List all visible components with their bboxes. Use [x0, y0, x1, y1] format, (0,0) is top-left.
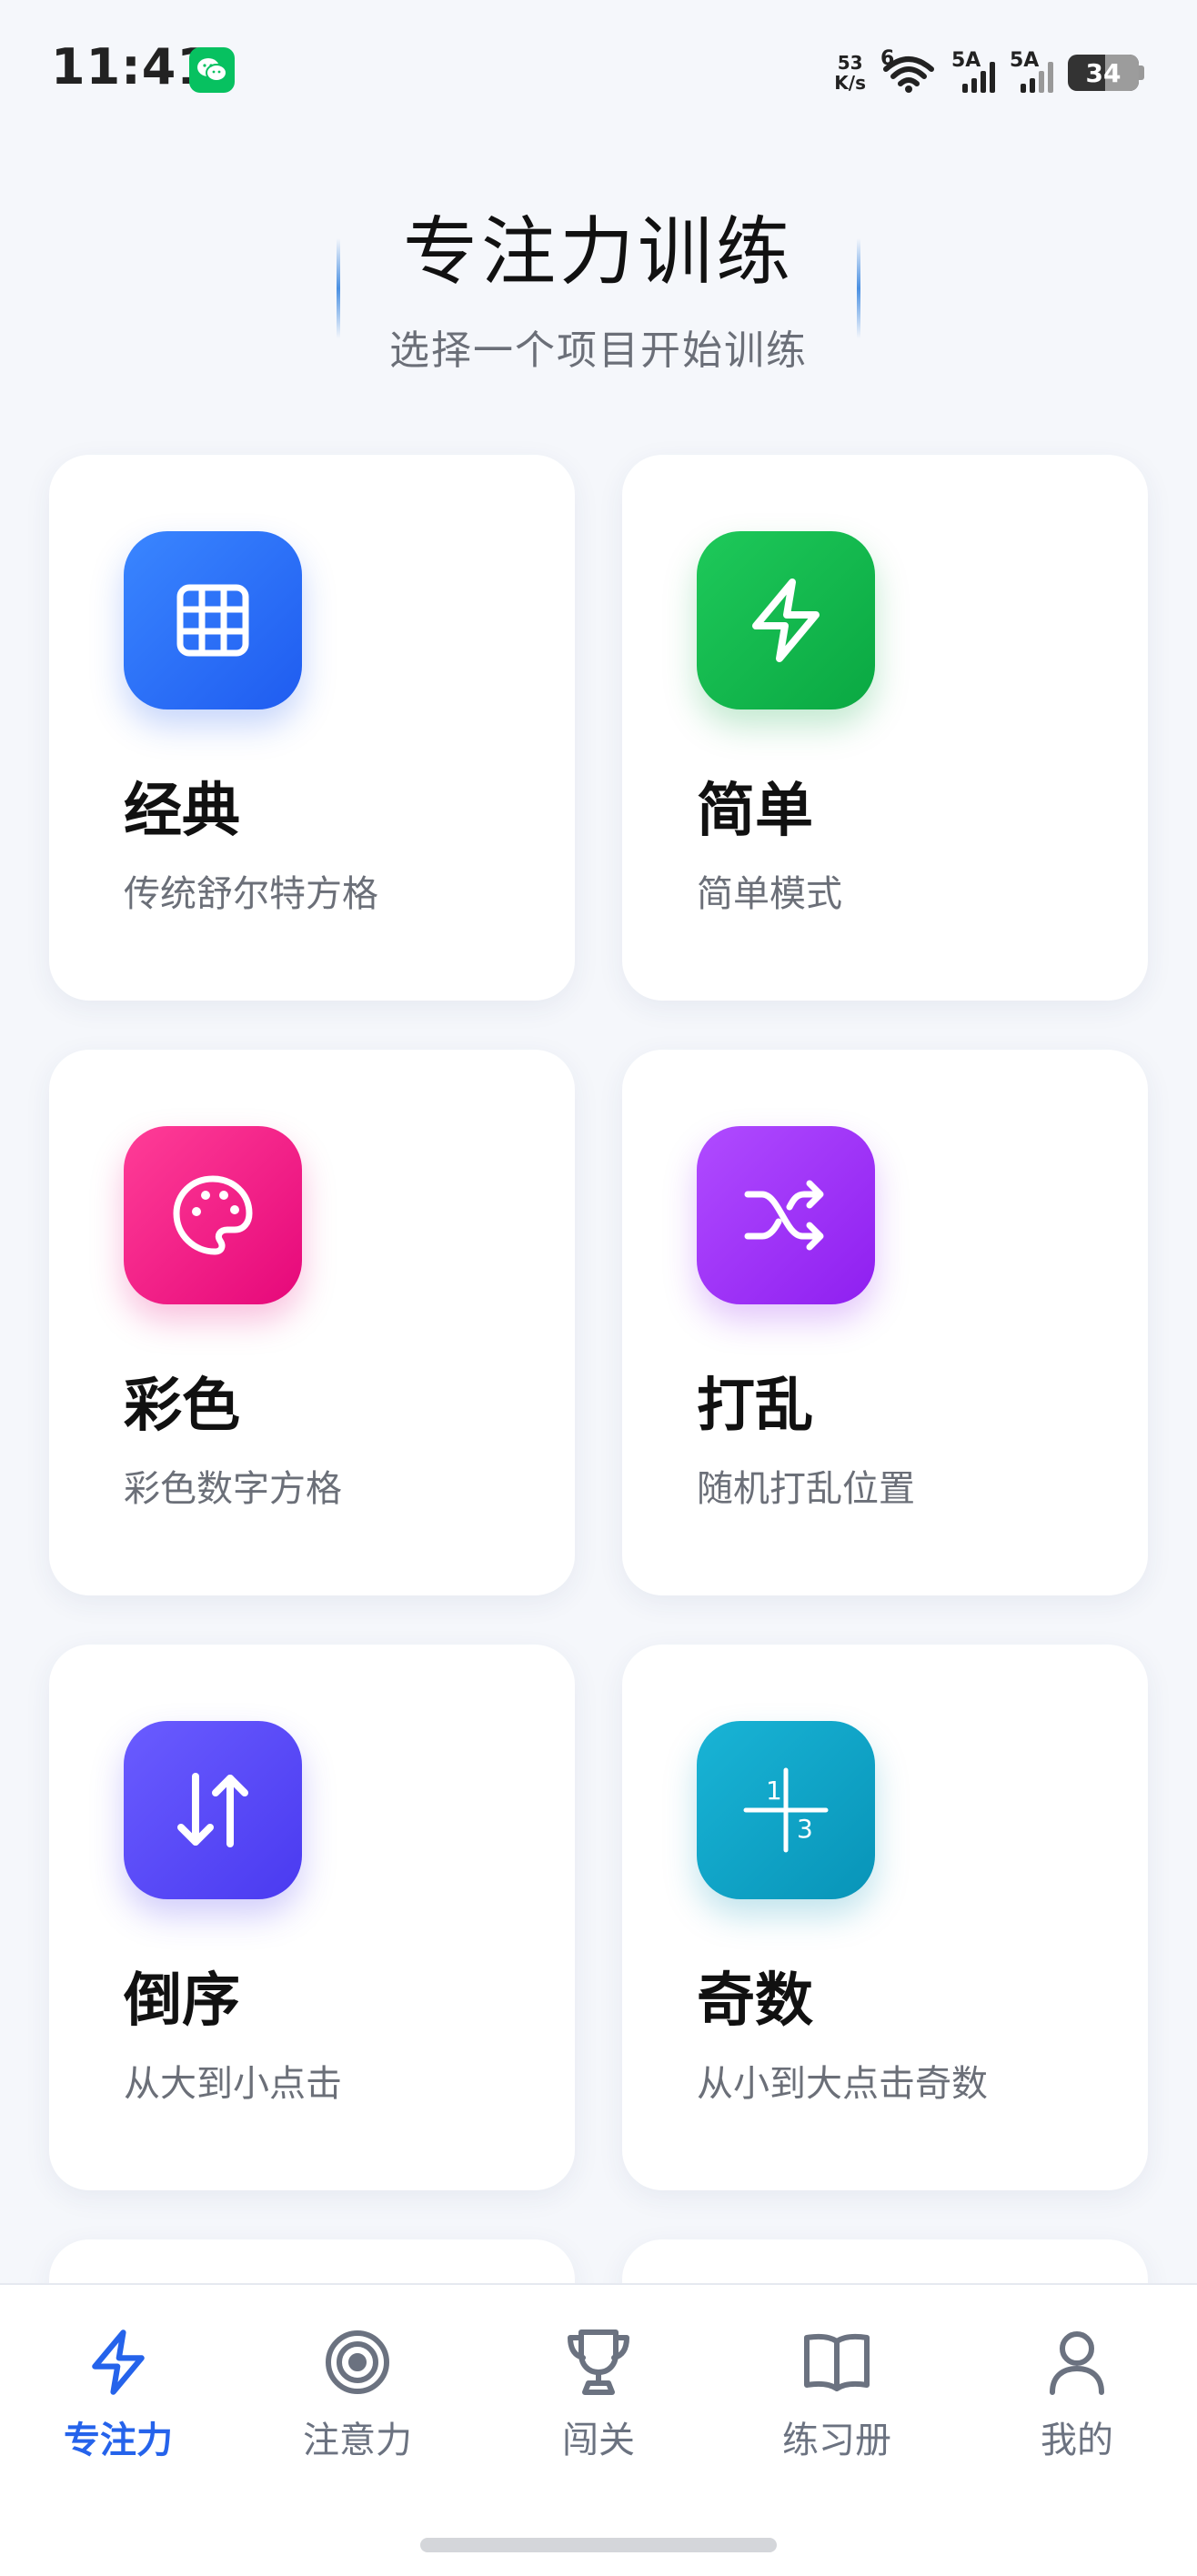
user-icon: [986, 2321, 1168, 2403]
wechat-notification-icon: [189, 47, 235, 93]
network-speed: 53 K/s: [834, 52, 866, 94]
card-title: 简单: [697, 778, 813, 845]
battery-icon: 34: [1068, 55, 1144, 91]
mode-card-simple[interactable]: 简单 简单模式: [622, 455, 1148, 1001]
lightning-icon: [697, 531, 875, 709]
mode-card-odd[interactable]: 1 3 奇数 从小到大点击奇数: [622, 1645, 1148, 2190]
mode-card-color[interactable]: 彩色 彩色数字方格: [49, 1050, 575, 1595]
status-time: 11:41: [51, 38, 212, 96]
card-title: 经典: [124, 778, 240, 845]
svg-text:1: 1: [766, 1776, 782, 1806]
bottom-nav: 专注力 注意力 闯关 练习册 我的: [0, 2283, 1197, 2576]
status-indicators: 53 K/s 6 5A 5A 34: [834, 45, 1144, 100]
card-title: 打乱: [697, 1373, 813, 1440]
nav-label: 我的: [1041, 2420, 1113, 2461]
nav-label: 闯关: [562, 2420, 635, 2461]
card-title: 彩色: [124, 1373, 240, 1440]
card-description: 简单模式: [697, 873, 842, 915]
book-icon: [746, 2321, 928, 2403]
nav-item-profile[interactable]: 我的: [986, 2321, 1168, 2463]
status-bar: 11:41 53 K/s 6 5A 5A 34: [0, 0, 1197, 136]
grid-icon: [124, 531, 302, 709]
nav-item-workbook[interactable]: 练习册: [746, 2321, 928, 2463]
nav-label: 练习册: [782, 2420, 891, 2461]
page-title: 专注力训练: [402, 209, 794, 296]
nav-item-focus[interactable]: 专注力: [27, 2321, 209, 2463]
card-description: 随机打乱位置: [697, 1468, 915, 1510]
card-description: 从小到大点击奇数: [697, 2063, 988, 2105]
svg-text:3: 3: [797, 1814, 813, 1844]
signal-sim1-icon: 5A: [951, 49, 995, 93]
palette-icon: [124, 1126, 302, 1304]
card-title: 奇数: [697, 1967, 813, 2035]
shuffle-icon: [697, 1126, 875, 1304]
mode-card-reverse[interactable]: 倒序 从大到小点击: [49, 1645, 575, 2190]
wifi-icon: 6: [880, 47, 937, 93]
target-icon: [267, 2321, 448, 2403]
mode-card-shuffle[interactable]: 打乱 随机打乱位置: [622, 1050, 1148, 1595]
signal-sim2-icon: 5A: [1010, 49, 1053, 93]
home-indicator[interactable]: [420, 2538, 777, 2552]
nav-item-levels[interactable]: 闯关: [508, 2321, 689, 2463]
odd-numbers-icon: 1 3: [697, 1721, 875, 1899]
page-subtitle: 选择一个项目开始训练: [389, 327, 808, 374]
nav-label: 专注力: [64, 2420, 173, 2461]
page-header: 专注力训练 选择一个项目开始训练: [0, 191, 1197, 376]
trophy-icon: [508, 2321, 689, 2403]
lightning-icon: [27, 2321, 209, 2403]
nav-item-attention[interactable]: 注意力: [267, 2321, 448, 2463]
card-title: 倒序: [124, 1967, 240, 2035]
mode-card-classic[interactable]: 经典 传统舒尔特方格: [49, 455, 575, 1001]
card-description: 从大到小点击: [124, 2063, 342, 2105]
sort-arrows-icon: [124, 1721, 302, 1899]
nav-label: 注意力: [303, 2420, 412, 2461]
card-description: 彩色数字方格: [124, 1468, 342, 1510]
card-description: 传统舒尔特方格: [124, 873, 378, 915]
